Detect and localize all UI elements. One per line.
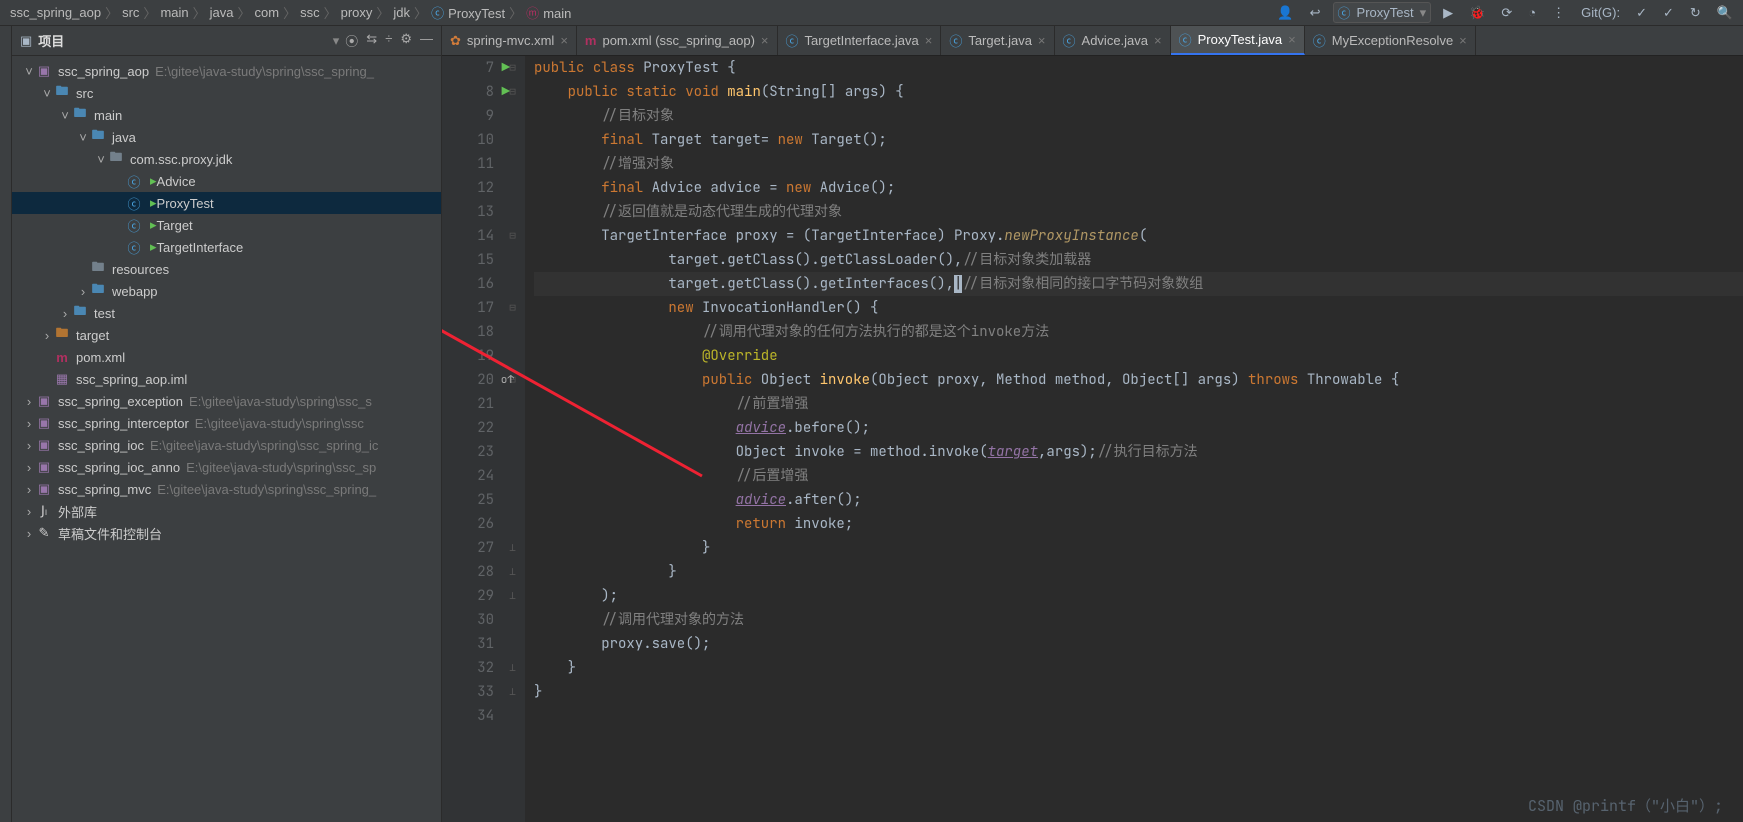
breadcrumb-separator-icon: 〉 bbox=[143, 3, 156, 22]
profile-icon[interactable]: ◔ bbox=[1524, 5, 1540, 20]
editor-tab[interactable]: ⓒAdvice.java× bbox=[1055, 26, 1171, 55]
breadcrumb-item[interactable]: java bbox=[206, 5, 238, 20]
tree-node[interactable]: ›▣ssc_spring_exceptionE:\gitee\java-stud… bbox=[12, 390, 441, 412]
editor-tab[interactable]: ⓒProxyTest.java× bbox=[1171, 26, 1305, 55]
toolbar-right: 👤 ↩ ⓒ ProxyTest ▾ ▶ 🐞 ⟳ ◔ ⋮ Git(G): ✓ ✓ … bbox=[1273, 2, 1737, 23]
editor-tab[interactable]: ⓒTargetInterface.java× bbox=[778, 26, 942, 55]
fold-gutter[interactable]: ⊟⊟⊟⊟⊟⊥⊥⊥⊥⊥ bbox=[500, 56, 526, 822]
run-configuration-selector[interactable]: ⓒ ProxyTest ▾ bbox=[1333, 2, 1432, 23]
project-tree[interactable]: ˅▣ssc_spring_aopE:\gitee\java-study\spri… bbox=[12, 56, 441, 822]
close-icon[interactable]: × bbox=[761, 33, 769, 48]
run-config-label: ProxyTest bbox=[1357, 5, 1414, 20]
editor-tab[interactable]: ⓒTarget.java× bbox=[941, 26, 1054, 55]
breadcrumb-separator-icon: 〉 bbox=[238, 3, 251, 22]
editor-tab[interactable]: ✿spring-mvc.xml× bbox=[442, 26, 577, 55]
tree-node[interactable]: ›▣ssc_spring_ioc_annoE:\gitee\java-study… bbox=[12, 456, 441, 478]
tree-node[interactable]: ˅🖿main bbox=[12, 104, 441, 126]
breadcrumb[interactable]: ssc_spring_aop〉src〉main〉java〉com〉ssc〉pro… bbox=[6, 3, 1273, 22]
git-pull-icon[interactable]: ✓ bbox=[1632, 5, 1651, 21]
locate-icon[interactable]: ⦿ bbox=[345, 31, 358, 50]
tree-node[interactable]: ⓒ▸ProxyTest bbox=[12, 192, 441, 214]
breadcrumb-separator-icon: 〉 bbox=[376, 3, 389, 22]
breadcrumb-item[interactable]: com bbox=[251, 5, 284, 20]
tree-node[interactable]: ˅🖿java bbox=[12, 126, 441, 148]
navigation-bar: ssc_spring_aop〉src〉main〉java〉com〉ssc〉pro… bbox=[0, 0, 1743, 26]
tree-node[interactable]: ›🖿target bbox=[12, 324, 441, 346]
breadcrumb-item[interactable]: ⓜmain bbox=[522, 3, 575, 22]
tree-node[interactable]: ⓒ▸Target bbox=[12, 214, 441, 236]
tree-node[interactable]: ›▣ssc_spring_interceptorE:\gitee\java-st… bbox=[12, 412, 441, 434]
left-stripe[interactable] bbox=[0, 26, 12, 822]
tree-node[interactable]: ⓒ▸Advice bbox=[12, 170, 441, 192]
code-area[interactable]: 7891011121314151617181920212223242526272… bbox=[442, 56, 1743, 822]
tree-node[interactable]: mpom.xml bbox=[12, 346, 441, 368]
tree-node[interactable]: 🖿resources bbox=[12, 258, 441, 280]
run-icon[interactable]: ▶ bbox=[1439, 5, 1457, 21]
back-icon[interactable]: ↩ bbox=[1306, 5, 1325, 21]
coverage-icon[interactable]: ⟳ bbox=[1497, 5, 1516, 21]
tree-node[interactable]: ⓒ▸TargetInterface bbox=[12, 236, 441, 258]
expand-all-icon[interactable]: ⇆ bbox=[366, 31, 377, 50]
collapse-all-icon[interactable]: ÷ bbox=[385, 31, 392, 50]
tree-node[interactable]: ›▣ssc_spring_mvcE:\gitee\java-study\spri… bbox=[12, 478, 441, 500]
breadcrumb-separator-icon: 〉 bbox=[283, 3, 296, 22]
tree-node[interactable]: ›𝖩ₗ外部库 bbox=[12, 500, 441, 522]
breadcrumb-item[interactable]: ssc bbox=[296, 5, 324, 20]
tree-node[interactable]: ˅🖿src bbox=[12, 82, 441, 104]
breadcrumb-item[interactable]: ssc_spring_aop bbox=[6, 5, 105, 20]
breadcrumb-separator-icon: 〉 bbox=[193, 3, 206, 22]
code-content[interactable]: public class ProxyTest { public static v… bbox=[526, 56, 1743, 822]
git-history-icon[interactable]: ↻ bbox=[1686, 5, 1705, 21]
chevron-down-icon[interactable]: ▾ bbox=[333, 33, 340, 49]
hide-icon[interactable]: — bbox=[420, 31, 433, 50]
search-everywhere-icon[interactable]: 🔍 bbox=[1713, 5, 1737, 21]
tree-node[interactable]: ›🖿test bbox=[12, 302, 441, 324]
tree-node[interactable]: ▦ssc_spring_aop.iml bbox=[12, 368, 441, 390]
editor-tab[interactable]: ⓒMyExceptionResolve× bbox=[1305, 26, 1476, 55]
breadcrumb-item[interactable]: main bbox=[156, 5, 192, 20]
git-push-icon[interactable]: ✓ bbox=[1659, 5, 1678, 21]
debug-icon[interactable]: 🐞 bbox=[1465, 5, 1489, 21]
settings-icon[interactable]: ⚙ bbox=[400, 31, 412, 50]
close-icon[interactable]: × bbox=[560, 33, 568, 48]
breadcrumb-item[interactable]: ⓒProxyTest bbox=[427, 3, 509, 22]
editor-tab[interactable]: mpom.xml (ssc_spring_aop)× bbox=[577, 26, 778, 55]
project-title[interactable]: 项目 bbox=[38, 31, 332, 50]
project-tool-window: ▣ 项目 ▾ ⦿ ⇆ ÷ ⚙ — ˅▣ssc_spring_aopE:\gite… bbox=[12, 26, 442, 822]
close-icon[interactable]: × bbox=[1154, 33, 1162, 48]
breadcrumb-separator-icon: 〉 bbox=[105, 3, 118, 22]
breadcrumb-item[interactable]: proxy bbox=[337, 5, 377, 20]
breadcrumb-item[interactable]: jdk bbox=[389, 5, 414, 20]
watermark-label: CSDN @printf（"小白"）; bbox=[1528, 795, 1723, 816]
git-label: Git(G): bbox=[1577, 5, 1624, 20]
tree-node[interactable]: ›🖿webapp bbox=[12, 280, 441, 302]
line-gutter[interactable]: 7891011121314151617181920212223242526272… bbox=[442, 56, 500, 822]
close-icon[interactable]: × bbox=[1288, 32, 1296, 47]
editor-area: ✿spring-mvc.xml×mpom.xml (ssc_spring_aop… bbox=[442, 26, 1743, 822]
more-icon[interactable]: ⋮ bbox=[1548, 5, 1569, 21]
close-icon[interactable]: × bbox=[925, 33, 933, 48]
users-icon[interactable]: 👤 bbox=[1273, 5, 1297, 21]
close-icon[interactable]: × bbox=[1038, 33, 1046, 48]
tree-node[interactable]: ›▣ssc_spring_iocE:\gitee\java-study\spri… bbox=[12, 434, 441, 456]
editor-tabs[interactable]: ✿spring-mvc.xml×mpom.xml (ssc_spring_aop… bbox=[442, 26, 1743, 56]
project-header: ▣ 项目 ▾ ⦿ ⇆ ÷ ⚙ — bbox=[12, 26, 441, 56]
project-view-icon: ▣ bbox=[20, 33, 32, 49]
tree-node[interactable]: ˅▣ssc_spring_aopE:\gitee\java-study\spri… bbox=[12, 60, 441, 82]
close-icon[interactable]: × bbox=[1459, 33, 1467, 48]
breadcrumb-separator-icon: 〉 bbox=[324, 3, 337, 22]
breadcrumb-separator-icon: 〉 bbox=[414, 3, 427, 22]
tree-node[interactable]: ›✎草稿文件和控制台 bbox=[12, 522, 441, 544]
breadcrumb-item[interactable]: src bbox=[118, 5, 143, 20]
tree-node[interactable]: ˅🖿com.ssc.proxy.jdk bbox=[12, 148, 441, 170]
breadcrumb-separator-icon: 〉 bbox=[509, 3, 522, 22]
